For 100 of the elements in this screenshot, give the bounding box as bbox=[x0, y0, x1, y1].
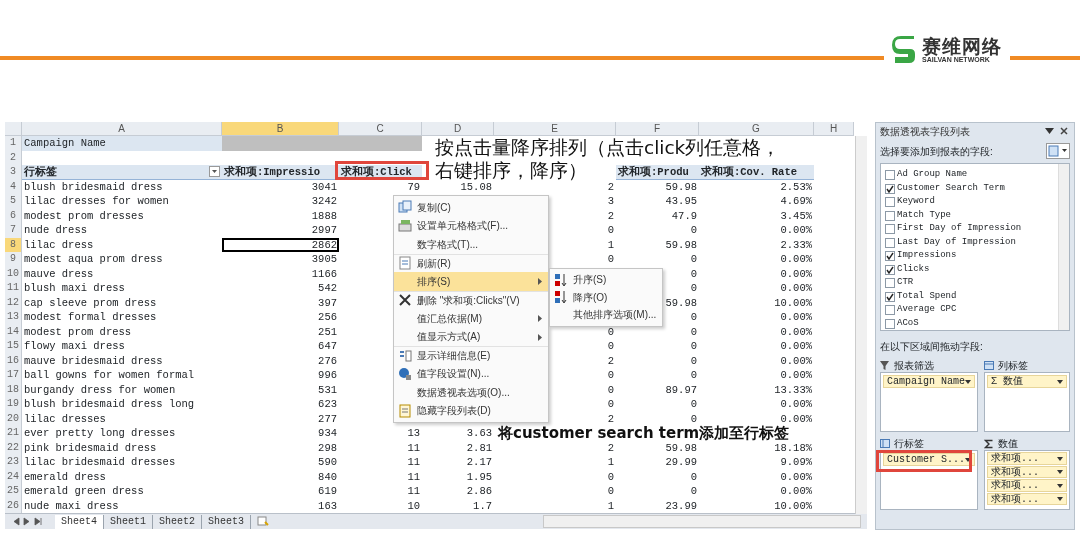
field-chip[interactable]: 求和项... bbox=[987, 492, 1067, 506]
row-number[interactable]: 7 bbox=[5, 223, 22, 238]
table-cell: 59.98 bbox=[665, 238, 697, 251]
table-cell: 542 bbox=[318, 282, 337, 294]
column-header[interactable]: G bbox=[699, 122, 814, 136]
dropdown-icon bbox=[1057, 470, 1063, 475]
close-icon[interactable] bbox=[1060, 126, 1068, 136]
sheet-tab[interactable]: Sheet3 bbox=[202, 514, 252, 529]
row-number[interactable]: 3 bbox=[5, 165, 22, 180]
sheet-tab[interactable]: Sheet2 bbox=[153, 514, 203, 529]
copy-icon bbox=[398, 200, 412, 215]
table-cell: 59.98 bbox=[665, 296, 697, 309]
table-cell: 0.00% bbox=[780, 282, 812, 294]
row-number[interactable]: 25 bbox=[5, 484, 22, 499]
table-cell: 23.99 bbox=[665, 499, 697, 512]
dropdown-icon bbox=[965, 457, 971, 462]
checkbox[interactable] bbox=[885, 291, 895, 302]
checkbox[interactable] bbox=[885, 237, 895, 248]
new-sheet-icon[interactable] bbox=[257, 516, 270, 527]
menu-item[interactable]: 降序(O) bbox=[550, 288, 662, 306]
sheet-tab[interactable]: Sheet1 bbox=[104, 514, 154, 529]
checkbox[interactable] bbox=[885, 264, 895, 275]
checkbox[interactable] bbox=[885, 318, 895, 329]
field-label: Clicks bbox=[897, 262, 930, 276]
table-cell: 3041 bbox=[311, 180, 337, 193]
table-cell: 0 bbox=[690, 354, 697, 367]
table-cell: 11 bbox=[407, 441, 420, 454]
checkbox[interactable] bbox=[885, 170, 895, 181]
column-header[interactable]: A bbox=[22, 122, 222, 136]
row-number[interactable]: 9 bbox=[5, 252, 22, 267]
table-cell: 397 bbox=[318, 296, 337, 309]
logo-name: 赛维网络 bbox=[922, 37, 1002, 57]
table-cell: 3905 bbox=[311, 253, 337, 265]
close-icon bbox=[398, 293, 412, 308]
dropdown-icon bbox=[1057, 456, 1063, 461]
menu-item[interactable]: 值汇总依据(M) bbox=[394, 309, 548, 328]
checkbox[interactable] bbox=[885, 251, 895, 262]
horizontal-scrollbar[interactable] bbox=[543, 515, 861, 528]
field-label: Keyword bbox=[897, 195, 935, 209]
field-chip[interactable]: 求和项... bbox=[987, 479, 1067, 492]
checkbox[interactable] bbox=[885, 305, 895, 316]
table-cell: 2 bbox=[607, 441, 614, 454]
field-chip[interactable]: Campaign Name bbox=[883, 375, 975, 389]
row-number[interactable]: 21 bbox=[5, 426, 22, 441]
menu-item[interactable]: 显示详细信息(E) bbox=[394, 346, 548, 365]
dropdown-icon[interactable] bbox=[1045, 127, 1054, 135]
field-label: ACoS bbox=[897, 316, 919, 330]
checkbox[interactable] bbox=[885, 183, 895, 194]
row-number[interactable]: 23 bbox=[5, 455, 22, 470]
row-number[interactable]: 1 bbox=[5, 136, 22, 151]
table-cell: 3.63 bbox=[466, 427, 492, 439]
column-header[interactable]: D bbox=[422, 122, 494, 136]
column-header[interactable]: C bbox=[339, 122, 422, 136]
menu-item[interactable]: 值显示方式(A) bbox=[394, 327, 548, 346]
table-cell: 0.00% bbox=[780, 398, 812, 410]
field-chip[interactable]: Σ 数值 bbox=[987, 375, 1067, 389]
menu-item[interactable]: 其他排序选项(M)... bbox=[550, 306, 662, 324]
table-cell: 0.00% bbox=[780, 325, 812, 338]
column-header[interactable]: E bbox=[494, 122, 616, 136]
row-number[interactable]: 5 bbox=[5, 194, 22, 209]
row-number[interactable]: 15 bbox=[5, 339, 22, 354]
table-cell: modest prom dress bbox=[24, 325, 132, 338]
checkbox[interactable] bbox=[885, 210, 895, 221]
column-header[interactable]: F bbox=[616, 122, 699, 136]
table-cell: 0 bbox=[690, 470, 697, 483]
field-chip[interactable]: 求和项... bbox=[987, 452, 1067, 465]
menu-item[interactable]: 复制(C) bbox=[394, 198, 548, 217]
table-cell: 256 bbox=[318, 311, 337, 323]
vertical-scrollbar[interactable] bbox=[855, 136, 867, 514]
table-cell: 0 bbox=[690, 267, 697, 280]
menu-item[interactable]: 数字格式(T)... bbox=[394, 235, 548, 254]
sheet-tab[interactable]: Sheet4 bbox=[55, 514, 104, 529]
list-scrollbar[interactable] bbox=[1058, 164, 1069, 331]
column-header[interactable]: B bbox=[222, 122, 339, 136]
menu-item[interactable]: 删除 "求和项:Clicks"(V) bbox=[394, 290, 548, 309]
checkbox[interactable] bbox=[885, 197, 895, 208]
filter-value-field[interactable] bbox=[222, 136, 422, 151]
table-cell: 2.81 bbox=[466, 441, 492, 454]
menu-item[interactable]: 隐藏字段列表(D) bbox=[394, 401, 548, 420]
table-cell: 1 bbox=[607, 456, 614, 468]
checkbox[interactable] bbox=[885, 224, 895, 235]
menu-item[interactable]: 数据透视表选项(O)... bbox=[394, 383, 548, 402]
checkbox[interactable] bbox=[885, 278, 895, 289]
field-chip[interactable]: 求和项... bbox=[987, 465, 1067, 479]
table-cell: 619 bbox=[318, 485, 337, 497]
menu-item[interactable]: 值字段设置(N)... bbox=[394, 364, 548, 383]
menu-item[interactable]: 排序(S) bbox=[394, 272, 548, 291]
filter-dropdown-icon[interactable] bbox=[209, 166, 220, 179]
row-number[interactable]: 13 bbox=[5, 310, 22, 325]
menu-item[interactable]: 升序(S) bbox=[550, 271, 662, 289]
row-number[interactable]: 11 bbox=[5, 281, 22, 296]
menu-item[interactable]: 设置单元格格式(F)... bbox=[394, 216, 548, 235]
row-number[interactable]: 17 bbox=[5, 368, 22, 383]
column-header[interactable]: H bbox=[814, 122, 854, 136]
field-chip[interactable]: Customer S... bbox=[883, 453, 975, 467]
layout-button[interactable] bbox=[1046, 143, 1070, 160]
row-number[interactable]: 19 bbox=[5, 397, 22, 412]
table-cell: 0 bbox=[607, 470, 614, 483]
table-cell: 3 bbox=[607, 195, 614, 207]
table-cell: ever pretty long dresses bbox=[24, 427, 176, 439]
